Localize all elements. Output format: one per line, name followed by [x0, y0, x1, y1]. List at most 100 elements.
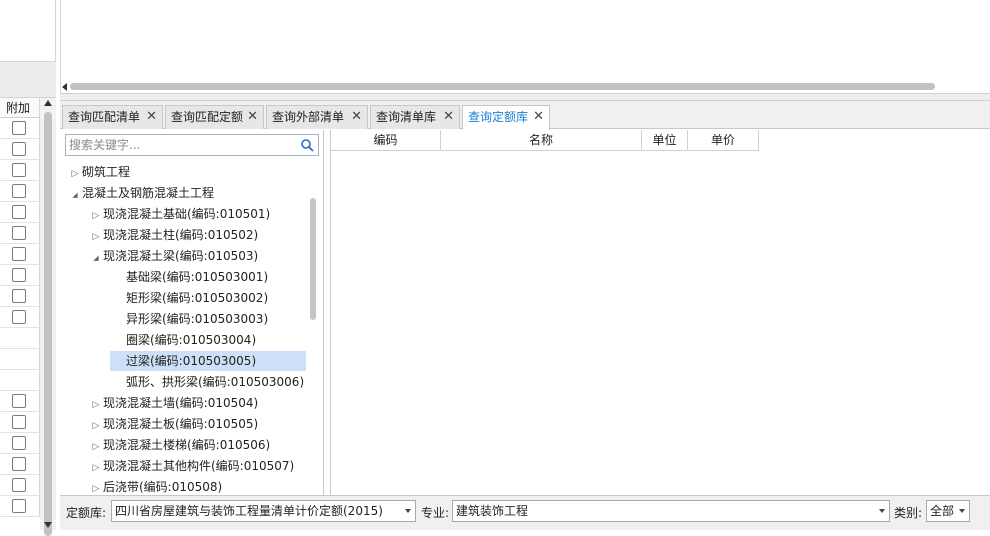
- addon-checkbox[interactable]: [12, 436, 26, 450]
- search-icon[interactable]: [300, 138, 314, 152]
- scroll-thumb[interactable]: [44, 112, 52, 536]
- grid-col-unit[interactable]: 单位: [642, 130, 688, 151]
- tree-node[interactable]: 弧形、拱形梁(编码:010503006): [110, 372, 304, 392]
- addon-checkbox[interactable]: [12, 184, 26, 198]
- tree-node[interactable]: ◢ 现浇混凝土梁(编码:010503): [89, 246, 258, 266]
- addon-row: [0, 412, 40, 433]
- close-icon[interactable]: ✕: [351, 106, 362, 128]
- tree-node[interactable]: ▷ 现浇混凝土板(编码:010505): [89, 414, 259, 436]
- pane-splitter[interactable]: [60, 93, 990, 101]
- tab-query-1[interactable]: 查询匹配定额 ✕: [165, 105, 264, 129]
- scroll-down-icon[interactable]: [44, 522, 52, 528]
- tab-query-2[interactable]: 查询外部清单 ✕: [266, 105, 368, 129]
- addon-checkbox[interactable]: [12, 226, 26, 240]
- addon-row: [0, 496, 40, 517]
- grid-col-code[interactable]: 编码: [331, 130, 441, 151]
- specialty-value: 建筑装饰工程: [456, 504, 529, 518]
- addon-checkbox[interactable]: [12, 394, 26, 408]
- addon-checkbox[interactable]: [12, 268, 26, 282]
- tab-query-4[interactable]: 查询定额库 ✕: [462, 105, 550, 130]
- tree-node[interactable]: 圈梁(编码:010503004): [110, 330, 256, 350]
- tree-node-label: 矩形梁(编码:010503002): [126, 291, 269, 305]
- specialty-select[interactable]: 建筑装饰工程: [452, 500, 890, 522]
- search-box: [65, 134, 319, 156]
- addon-row: [0, 370, 40, 391]
- close-icon[interactable]: ✕: [533, 106, 544, 128]
- tree-node[interactable]: ▷ 现浇混凝土柱(编码:010502): [89, 225, 259, 247]
- expand-arrow-icon[interactable]: ▷: [68, 164, 82, 184]
- category-select[interactable]: 全部: [926, 500, 970, 522]
- tree-node-label: 现浇混凝土其他构件(编码:010507): [103, 459, 295, 473]
- expand-arrow-icon[interactable]: ▷: [89, 479, 103, 495]
- tree-node-label: 圈梁(编码:010503004): [126, 333, 257, 347]
- close-icon[interactable]: ✕: [443, 106, 454, 128]
- addon-row: [0, 160, 40, 181]
- tree-scroll-thumb[interactable]: [310, 198, 316, 320]
- tree-node[interactable]: 过梁(编码:010503005): [110, 351, 306, 371]
- grid-col-price[interactable]: 单价: [688, 130, 759, 151]
- tree-node[interactable]: 矩形梁(编码:010503002): [110, 288, 268, 308]
- addon-checkbox[interactable]: [12, 163, 26, 177]
- expand-arrow-icon[interactable]: ▷: [89, 458, 103, 478]
- addon-checkbox[interactable]: [12, 415, 26, 429]
- tab-query-3[interactable]: 查询清单库 ✕: [370, 105, 460, 129]
- chevron-down-icon: [879, 509, 885, 513]
- tab-label: 查询定额库: [468, 110, 529, 124]
- tree-node[interactable]: ▷ 后浇带(编码:010508): [89, 477, 223, 495]
- addon-row: [0, 328, 40, 349]
- tree-node[interactable]: ▷ 现浇混凝土楼梯(编码:010506): [89, 435, 271, 457]
- addon-checkbox[interactable]: [12, 478, 26, 492]
- expand-arrow-icon[interactable]: ▷: [89, 395, 103, 415]
- tab-query-0[interactable]: 查询匹配清单 ✕: [62, 105, 163, 129]
- expand-arrow-icon[interactable]: ▷: [89, 416, 103, 436]
- expand-arrow-icon[interactable]: ▷: [89, 206, 103, 226]
- tree-node-label: 现浇混凝土楼梯(编码:010506): [103, 438, 271, 452]
- addon-checkbox[interactable]: [12, 121, 26, 135]
- addon-row: [0, 307, 40, 328]
- tree-node[interactable]: ▷ 现浇混凝土基础(编码:010501): [89, 204, 271, 226]
- scroll-up-icon[interactable]: [44, 100, 52, 106]
- addon-checkbox[interactable]: [12, 142, 26, 156]
- expand-arrow-icon[interactable]: ▷: [89, 437, 103, 457]
- addon-row: [0, 139, 40, 160]
- addon-checkbox[interactable]: [12, 499, 26, 513]
- addon-column-header[interactable]: 附加: [0, 98, 40, 118]
- tab-label: 查询匹配定额: [171, 110, 244, 124]
- category-label: 类别:: [894, 506, 923, 520]
- quota-library-select[interactable]: 四川省房屋建筑与装饰工程量清单计价定额(2015): [111, 500, 416, 522]
- hscroll-thumb[interactable]: [70, 83, 935, 90]
- collapse-arrow-icon[interactable]: ◢: [68, 185, 82, 205]
- chevron-down-icon: [405, 509, 411, 513]
- expand-arrow-icon[interactable]: ▷: [89, 227, 103, 247]
- chevron-down-icon: [959, 509, 965, 513]
- addon-row: [0, 391, 40, 412]
- addon-row: [0, 202, 40, 223]
- close-icon[interactable]: ✕: [146, 106, 157, 128]
- specialty-label: 专业:: [421, 506, 450, 520]
- addon-checkbox[interactable]: [12, 289, 26, 303]
- collapse-arrow-icon[interactable]: ◢: [89, 248, 103, 268]
- tree-node[interactable]: ▷ 现浇混凝土其他构件(编码:010507): [89, 456, 295, 478]
- search-input[interactable]: [66, 135, 294, 155]
- addon-checkbox[interactable]: [12, 310, 26, 324]
- tree-node-label: 现浇混凝土板(编码:010505): [103, 417, 259, 431]
- addon-checkbox[interactable]: [12, 205, 26, 219]
- scroll-left-icon[interactable]: [62, 83, 67, 91]
- addon-checkbox[interactable]: [12, 247, 26, 261]
- tree-node-label: 现浇混凝土柱(编码:010502): [103, 228, 259, 242]
- addon-checkbox[interactable]: [12, 457, 26, 471]
- tree-node[interactable]: 异形梁(编码:010503003): [110, 309, 268, 329]
- left-vertical-scrollbar[interactable]: [40, 98, 56, 536]
- tree-node[interactable]: ▷ 现浇混凝土墙(编码:010504): [89, 393, 259, 415]
- horizontal-scrollbar[interactable]: [60, 80, 990, 93]
- quota-library-label: 定额库:: [66, 506, 107, 520]
- tree-node[interactable]: ◢ 混凝土及钢筋混凝土工程: [68, 183, 214, 203]
- tree-node-label: 砌筑工程: [82, 165, 131, 179]
- quota-library-value: 四川省房屋建筑与装饰工程量清单计价定额(2015): [115, 504, 383, 518]
- tree-node[interactable]: 基础梁(编码:010503001): [110, 267, 268, 287]
- tree-node[interactable]: ▷ 砌筑工程: [68, 162, 130, 182]
- close-icon[interactable]: ✕: [247, 106, 258, 128]
- addon-row: [0, 265, 40, 286]
- addon-row: [0, 244, 40, 265]
- grid-col-name[interactable]: 名称: [441, 130, 642, 151]
